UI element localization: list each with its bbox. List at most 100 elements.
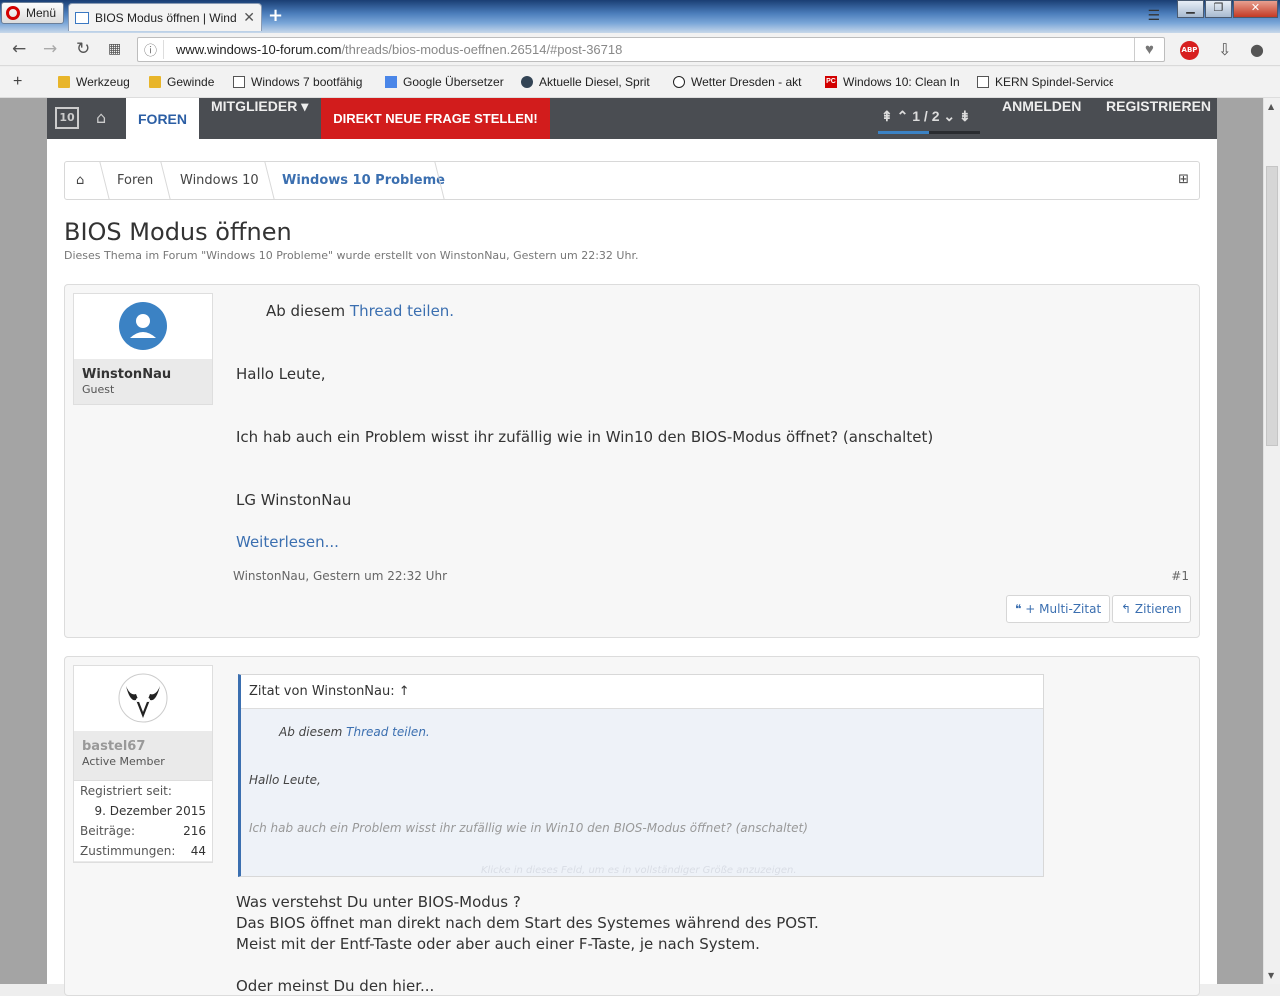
quote-expand-hint[interactable]: Klicke in dieses Feld, um es in vollstän… xyxy=(481,865,797,876)
post-2-line-4: Oder meinst Du den hier... xyxy=(236,977,435,995)
stat-posts: Beiträge: 216 xyxy=(80,824,206,838)
quote-icon: ❝ xyxy=(1015,602,1022,616)
post-1-user-block: WinstonNau Guest xyxy=(73,293,213,405)
nav-foren[interactable]: FOREN xyxy=(126,98,199,139)
post-2-author[interactable]: bastel67 xyxy=(74,731,212,754)
bookmark-windows10[interactable]: PC Windows 10: Clean In xyxy=(825,75,959,89)
folder-icon xyxy=(149,76,161,88)
avatar[interactable] xyxy=(74,294,212,359)
share-line: Ab diesem Thread teilen. xyxy=(266,302,455,320)
post-1-meta[interactable]: WinstonNau, Gestern um 22:32 Uhr xyxy=(233,569,447,583)
back-icon[interactable]: ← xyxy=(12,39,26,59)
browser-titlebar: Menü BIOS Modus öffnen | Wind ✕ + ☰ ▁ ❐ … xyxy=(0,0,1280,33)
post-1-author[interactable]: WinstonNau xyxy=(74,359,212,382)
nav-ask-question-button[interactable]: DIREKT NEUE FRAGE STELLEN! xyxy=(321,98,550,139)
breadcrumb-foren[interactable]: Foren xyxy=(117,162,153,199)
multi-quote-button[interactable]: ❝ + Multi-Zitat xyxy=(1006,595,1111,623)
tab-menu-icon[interactable]: ☰ xyxy=(1147,8,1160,24)
prev-page-icon[interactable]: ⌃ xyxy=(897,108,909,124)
read-more-link[interactable]: Weiterlesen... xyxy=(236,533,339,551)
post-2-line-3: Meist mit der Entf-Taste oder aber auch … xyxy=(236,935,760,953)
globe-icon xyxy=(673,76,685,88)
bookmark-windows7[interactable]: Windows 7 bootfähig xyxy=(233,75,367,89)
tab-title: BIOS Modus öffnen | Wind xyxy=(95,10,237,25)
bookmark-kern[interactable]: KERN Spindel-Service xyxy=(977,75,1113,89)
first-page-icon[interactable]: ⇞ xyxy=(881,108,893,124)
browser-toolbar: ← → ↻ ▦ ⓘ www.windows-10-forum.com/threa… xyxy=(0,33,1280,66)
bookmark-gewinde[interactable]: Gewinde xyxy=(149,75,221,89)
close-tab-icon[interactable]: ✕ xyxy=(243,9,255,26)
stat-registered-date: 9. Dezember 2015 xyxy=(94,804,206,818)
bookmark-heart-icon[interactable]: ♥ xyxy=(1134,38,1164,61)
close-window-icon[interactable]: ✕ xyxy=(1233,0,1278,18)
breadcrumb-windows-10[interactable]: Windows 10 xyxy=(180,162,259,199)
add-bookmark-icon[interactable]: + xyxy=(13,73,22,91)
quote-block[interactable]: Zitat von WinstonNau: ↑ Ab diesem Thread… xyxy=(238,674,1044,877)
forward-icon[interactable]: → xyxy=(43,39,57,59)
page-icon xyxy=(977,76,989,88)
maximize-icon[interactable]: ❐ xyxy=(1205,0,1232,18)
site-favicon-icon xyxy=(75,11,89,24)
last-page-icon[interactable]: ⇟ xyxy=(959,108,971,124)
page-count: 1 / 2 xyxy=(912,108,940,124)
reply-icon: ↰ xyxy=(1121,602,1132,616)
nav-anmelden[interactable]: ANMELDEN xyxy=(1002,98,1081,139)
address-bar[interactable]: ⓘ www.windows-10-forum.com/threads/bios-… xyxy=(137,37,1165,62)
steam-icon xyxy=(521,76,533,88)
scroll-down-icon[interactable]: ▼ xyxy=(1268,971,1274,980)
site-info-icon[interactable]: ⓘ xyxy=(138,40,164,59)
content-container: ⌂ Foren Windows 10 Windows 10 Probleme ⊞… xyxy=(47,146,1217,996)
window-controls: ▁ ❐ ✕ xyxy=(1176,0,1278,18)
reply-quote-button[interactable]: ↰ Zitieren xyxy=(1112,595,1191,623)
page-progress-bar xyxy=(878,131,980,134)
minimize-icon[interactable]: ▁ xyxy=(1177,0,1204,18)
opera-logo-icon xyxy=(6,6,20,20)
browser-tab[interactable]: BIOS Modus öffnen | Wind ✕ xyxy=(68,3,262,31)
url-text: www.windows-10-forum.com/threads/bios-mo… xyxy=(176,42,623,57)
nav-mitglieder[interactable]: MITGLIEDER ▾ xyxy=(211,98,308,139)
page-scrollbar[interactable]: ▲ ▼ xyxy=(1263,98,1280,984)
quote-share-line: Ab diesem Thread teilen. xyxy=(279,725,430,739)
bookmark-google-translate[interactable]: Google Übersetzer xyxy=(385,75,509,89)
next-page-icon[interactable]: ⌄ xyxy=(943,108,955,124)
post-1: WinstonNau Guest Ab diesem Thread teilen… xyxy=(64,284,1200,638)
scrollbar-thumb[interactable] xyxy=(1266,166,1278,446)
browser-menu-button[interactable]: Menü xyxy=(1,2,64,24)
post-2-line-1: Was verstehst Du unter BIOS-Modus ? xyxy=(236,893,521,911)
scroll-up-icon[interactable]: ▲ xyxy=(1268,102,1274,111)
breadcrumb-home-icon[interactable]: ⌂ xyxy=(76,162,84,199)
page-progress-fill xyxy=(878,131,929,134)
reload-icon[interactable]: ↻ xyxy=(76,39,90,59)
share-thread-link[interactable]: Thread teilen. xyxy=(350,302,454,320)
bookmark-werkzeug[interactable]: Werkzeug xyxy=(58,75,138,89)
sitemap-icon[interactable]: ⊞ xyxy=(1178,172,1189,187)
post-1-permalink[interactable]: #1 xyxy=(1171,569,1189,583)
download-icon[interactable]: ⇩ xyxy=(1218,40,1231,59)
nav-registrieren[interactable]: REGISTRIEREN xyxy=(1106,98,1211,139)
stat-registered-label: Registriert seit: xyxy=(80,784,172,798)
speed-dial-icon[interactable]: ▦ xyxy=(108,41,121,57)
page-title: BIOS Modus öffnen xyxy=(64,218,292,246)
post-2-role: Active Member xyxy=(82,755,165,768)
home-icon[interactable]: ⌂ xyxy=(96,108,106,127)
post-1-body: Ich hab auch ein Problem wisst ihr zufäl… xyxy=(236,428,934,446)
page-background-left xyxy=(0,98,47,984)
page-navigator[interactable]: ⇞ ⌃ 1 / 2 ⌄ ⇟ xyxy=(881,108,971,125)
post-2-user-block: bastel67 Active Member Registriert seit:… xyxy=(73,665,213,863)
site-logo[interactable]: 10 xyxy=(55,107,79,129)
bookmark-wetter[interactable]: Wetter Dresden - akt xyxy=(673,75,807,89)
account-icon[interactable]: ● xyxy=(1250,40,1264,59)
breadcrumb-windows-10-probleme[interactable]: Windows 10 Probleme xyxy=(282,162,445,199)
adblock-icon[interactable]: ABP xyxy=(1180,41,1199,60)
new-tab-icon[interactable]: + xyxy=(268,5,283,26)
pc-logo-icon: PC xyxy=(825,76,837,88)
bookmark-diesel[interactable]: Aktuelle Diesel, Sprit xyxy=(521,75,653,89)
folder-icon xyxy=(58,76,70,88)
thread-subtitle: Dieses Thema im Forum "Windows 10 Proble… xyxy=(64,249,639,262)
post-1-signoff: LG WinstonNau xyxy=(236,491,352,509)
quote-greeting: Hallo Leute, xyxy=(249,773,321,787)
quote-header[interactable]: Zitat von WinstonNau: ↑ xyxy=(241,675,1043,709)
breadcrumb: ⌂ Foren Windows 10 Windows 10 Probleme ⊞ xyxy=(64,161,1200,200)
bull-skull-avatar-icon xyxy=(118,673,168,723)
avatar[interactable] xyxy=(74,666,212,731)
